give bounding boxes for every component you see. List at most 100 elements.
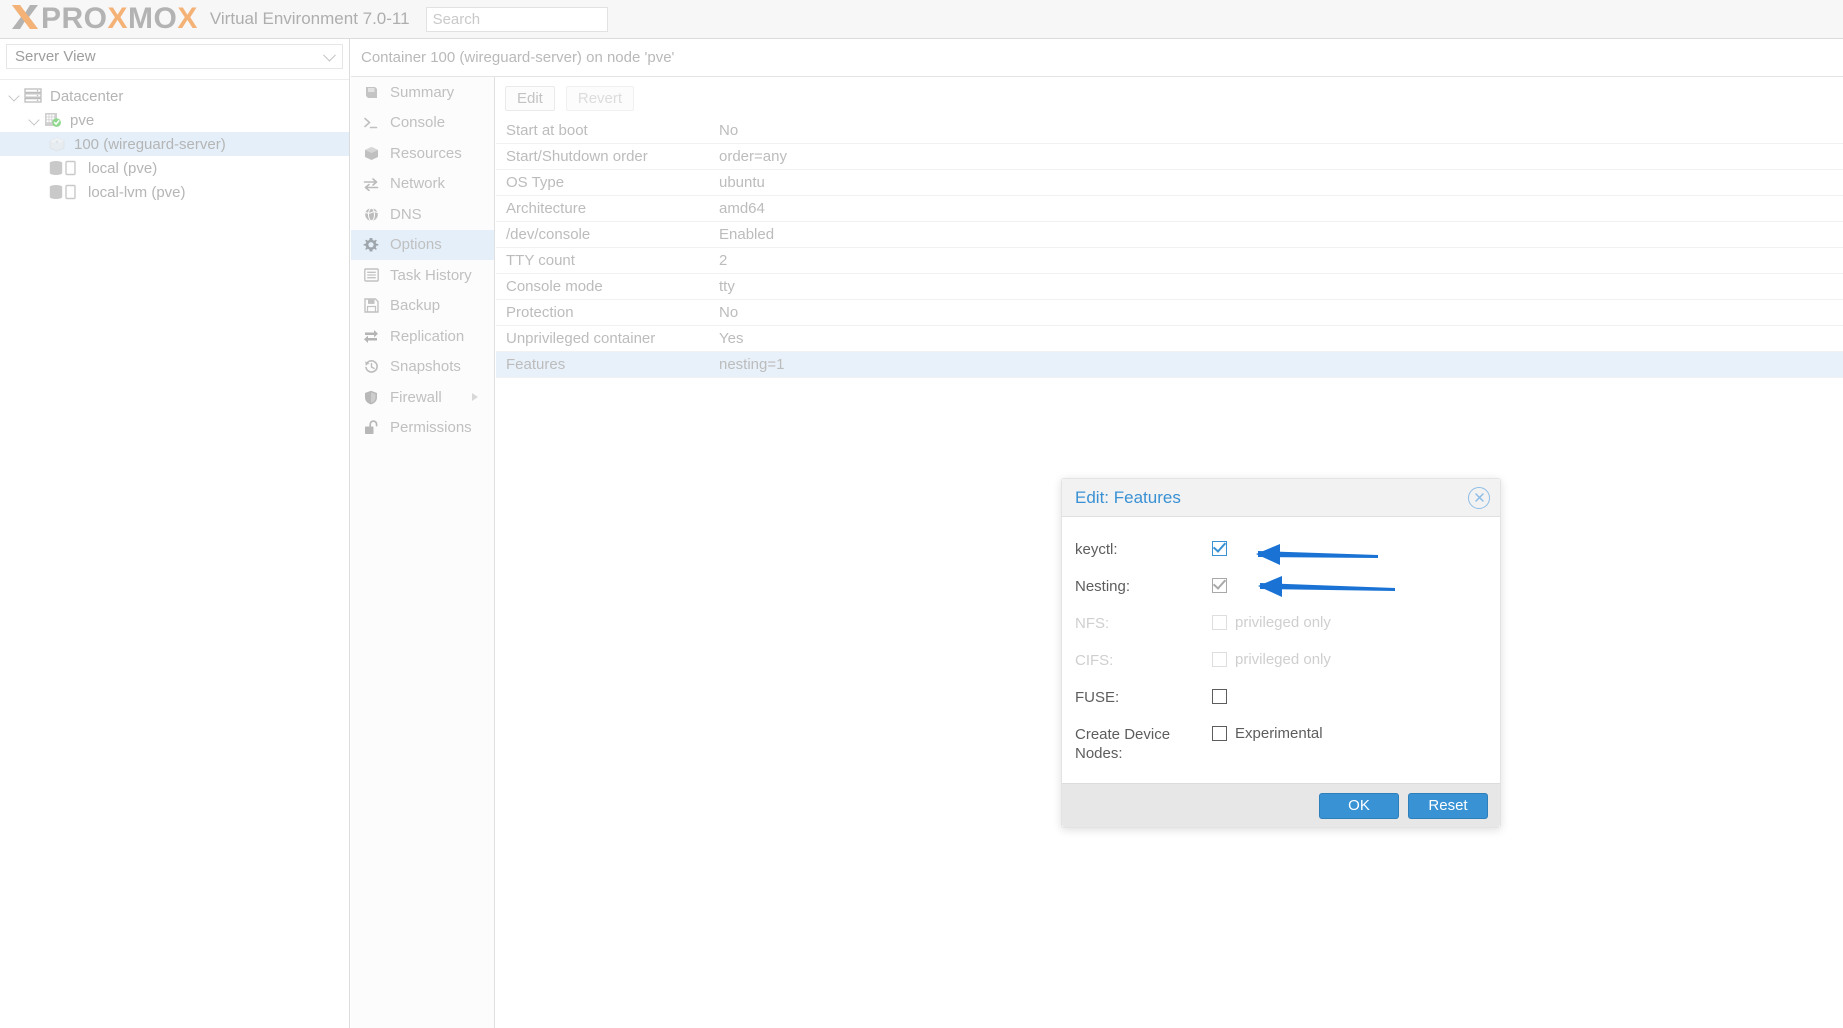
field-row-create-device-nodes: Create Device Nodes: Experimental [1062,724,1500,763]
cifs-checkbox [1212,652,1227,667]
cifs-note: privileged only [1235,651,1331,668]
table-row[interactable]: Architecture amd64 [496,196,1843,222]
nav-item-snapshots[interactable]: Snapshots [351,352,494,383]
nav-item-network[interactable]: Network [351,169,494,200]
nav-item-firewall[interactable]: Firewall [351,382,494,413]
nav-label: Replication [390,327,465,345]
shield-icon [361,390,381,405]
nav-item-console[interactable]: Console [351,108,494,139]
nav-item-resources[interactable]: Resources [351,138,494,169]
option-value: amd64 [719,200,765,217]
floppy-icon [361,298,381,313]
table-row[interactable]: Protection No [496,300,1843,326]
nav-label: Resources [390,144,462,162]
nav-item-dns[interactable]: DNS [351,199,494,230]
field-control: Experimental [1212,724,1323,743]
expand-arrow-icon[interactable] [28,113,42,127]
cube-icon [361,146,381,161]
option-value: No [719,304,739,321]
globe-icon [361,207,381,222]
nav-item-replication[interactable]: Replication [351,321,494,352]
option-key: /dev/console [506,226,591,243]
storage-icon [48,160,82,176]
revert-button[interactable]: Revert [565,85,635,111]
nav-item-options[interactable]: Options [351,229,494,260]
ok-button[interactable]: OK [1319,792,1399,819]
logo-part-1: X [107,2,129,35]
option-key: Start at boot [506,122,588,139]
option-value: order=any [719,148,787,165]
option-key: Unprivileged container [506,330,656,347]
nfs-checkbox [1212,615,1227,630]
container-nav-menu: Summary Console Resources Network DNS Op… [351,77,495,1028]
field-label: FUSE: [1075,689,1120,706]
view-selector[interactable]: Server View [6,44,343,69]
edit-button[interactable]: Edit [505,85,555,111]
close-icon[interactable] [1468,486,1490,509]
table-row[interactable]: OS Type ubuntu [496,170,1843,196]
nav-item-task-history[interactable]: Task History [351,260,494,291]
node-icon [44,112,64,128]
option-value: Yes [719,330,744,347]
search-input[interactable]: Search [425,6,608,32]
dialog-header: Edit: Features [1062,479,1500,517]
table-row-features[interactable]: Features nesting=1 [496,352,1843,378]
nav-label: Backup [390,297,441,315]
nav-label: Task History [390,266,472,284]
top-bar: PROXMOX Virtual Environment 7.0-11 Searc… [0,0,1843,39]
fuse-checkbox[interactable] [1212,689,1227,704]
resource-tree: Datacenter pve 100 (wireguard-server) lo… [0,79,349,204]
left-panel: Server View Datacenter pve 100 (wireguar… [0,39,350,1028]
nav-label: Snapshots [390,358,461,376]
replication-icon [361,329,381,344]
container-icon [48,136,68,152]
tree-item-storage-local[interactable]: local (pve) [0,156,349,180]
storage-icon [48,184,82,200]
options-table: Start at boot No Start/Shutdown order or… [496,118,1843,378]
tree-item-container-100[interactable]: 100 (wireguard-server) [0,132,349,156]
create-device-nodes-note: Experimental [1235,725,1323,742]
tree-item-pve[interactable]: pve [0,108,349,132]
history-icon [361,359,381,374]
table-row[interactable]: Console mode tty [496,274,1843,300]
tree-label: local (pve) [88,159,158,177]
table-row[interactable]: Start/Shutdown order order=any [496,144,1843,170]
field-row-keyctl: keyctl: [1062,539,1500,576]
table-row[interactable]: Start at boot No [496,118,1843,144]
list-icon [361,268,381,282]
nav-item-summary[interactable]: Summary [351,77,494,108]
option-key: OS Type [506,174,565,191]
create-device-nodes-checkbox[interactable] [1212,726,1227,741]
dialog-body: keyctl: Nesting: NFS: privileged only CI… [1062,517,1500,783]
table-row[interactable]: TTY count 2 [496,248,1843,274]
table-row[interactable]: Unprivileged container Yes [496,326,1843,352]
nav-label: Permissions [390,419,472,437]
option-key: TTY count [506,252,575,269]
reset-button[interactable]: Reset [1408,792,1488,819]
tree-item-storage-local-lvm[interactable]: local-lvm (pve) [0,180,349,204]
field-control [1212,539,1227,556]
nav-item-permissions[interactable]: Permissions [351,413,494,444]
logo-wordmark: PROXMOX [41,4,198,34]
tree-label: local-lvm (pve) [88,183,186,201]
expand-arrow-icon[interactable] [8,89,22,103]
chevron-down-icon [323,48,336,62]
option-key: Start/Shutdown order [506,148,648,165]
nesting-checkbox[interactable] [1212,578,1227,593]
nav-label: Network [390,175,446,193]
nav-item-backup[interactable]: Backup [351,291,494,322]
tree-label: pve [70,111,95,129]
edit-features-dialog: Edit: Features keyctl: Nesting: NFS: pri… [1061,478,1501,828]
terminal-icon [361,115,381,130]
keyctl-checkbox[interactable] [1212,541,1227,556]
field-control [1212,687,1227,704]
field-row-nfs: NFS: privileged only [1062,613,1500,650]
table-row[interactable]: /dev/console Enabled [496,222,1843,248]
field-label: CIFS: [1075,652,1114,669]
tree-item-datacenter[interactable]: Datacenter [0,84,349,108]
logo-part-2: MO [128,2,178,35]
option-key: Protection [506,304,574,321]
content-header: Container 100 (wireguard-server) on node… [351,39,1843,77]
proxmox-logo: PROXMOX [10,4,198,34]
field-label: Nesting: [1075,578,1131,595]
